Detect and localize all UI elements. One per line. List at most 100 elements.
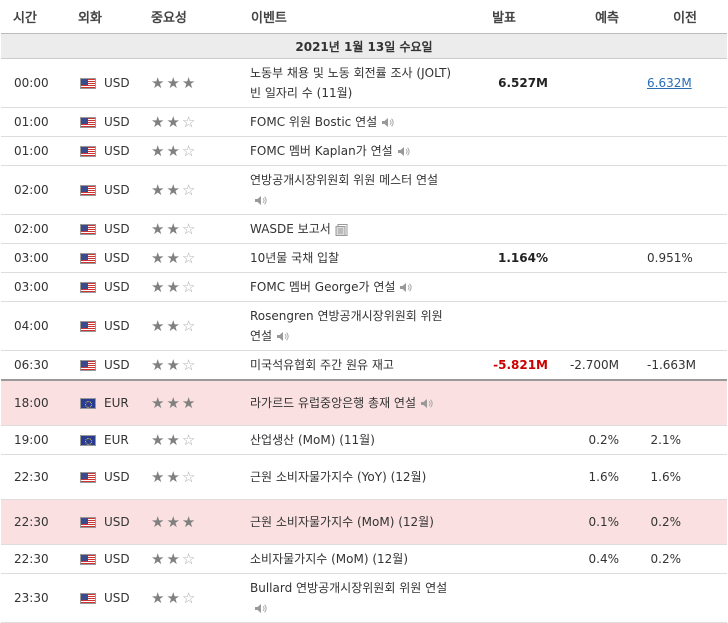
event-cell[interactable]: Rosengren 연방공개시장위원회 위원 연설 — [250, 301, 452, 351]
event-name[interactable]: Bullard 연방공개시장위원회 위원 연설 — [250, 581, 447, 595]
row-currency: USD — [78, 454, 151, 500]
previous-value-link[interactable]: 6.632M — [647, 76, 692, 90]
star-icon: ☆ — [181, 467, 198, 486]
forecast-value: -2.700M — [568, 350, 647, 381]
forecast-value — [568, 380, 647, 426]
header-previous[interactable]: 이전 — [647, 0, 727, 34]
event-name[interactable]: 라가르드 유럽중앙은행 총재 연설 — [250, 396, 416, 410]
table-row[interactable]: 22:30 USD ★★★ 근원 소비자물가지수 (MoM) (12월) 0.1% 0.2… — [1, 499, 727, 545]
star-icon: ★ — [181, 393, 198, 412]
star-icon: ★ — [166, 74, 182, 92]
table-row[interactable]: 01:00 USD ★★☆ FOMC 위원 Bostic 연설 — [1, 107, 727, 137]
header-time[interactable]: 시간 — [1, 0, 78, 34]
star-icon: ★ — [151, 181, 167, 199]
star-icon: ☆ — [181, 317, 198, 335]
table-row[interactable]: 03:00 USD ★★☆ FOMC 멤버 George가 연설 — [1, 272, 727, 302]
event-name[interactable]: WASDE 보고서 — [250, 222, 331, 236]
event-name[interactable]: 연방공개시장위원회 위원 메스터 연설 — [250, 173, 438, 187]
event-cell[interactable]: 미국석유협회 주간 원유 재고 — [250, 350, 452, 381]
us-flag-icon — [80, 471, 96, 483]
header-forecast[interactable]: 예측 — [568, 0, 647, 34]
row-currency: USD — [78, 499, 151, 545]
actual-value — [452, 214, 568, 244]
currency-code: USD — [104, 222, 130, 236]
table-row[interactable]: 02:00 USD ★★☆ 연방공개시장위원회 위원 메스터 연설 — [1, 165, 727, 215]
star-icon: ★ — [166, 113, 182, 131]
previous-value — [647, 380, 727, 426]
event-cell[interactable]: 근원 소비자물가지수 (MoM) (12월) — [250, 499, 452, 545]
event-cell[interactable]: FOMC 멤버 Kaplan가 연설 — [250, 136, 452, 166]
table-row[interactable]: 00:00 USD ★★★ 노동부 채용 및 노동 회전률 조사 (JOLT) 빈 일… — [1, 58, 727, 108]
event-name[interactable]: 노동부 채용 및 노동 회전률 조사 (JOLT) 빈 일자리 수 (11월) — [250, 66, 451, 100]
forecast-value — [568, 272, 647, 302]
date-row: 2021년 1월 13일 수요일 — [1, 33, 727, 59]
star-icon: ★ — [151, 512, 167, 531]
event-name[interactable]: 근원 소비자물가지수 (MoM) (12월) — [250, 515, 434, 529]
table-row[interactable]: 18:00 EUR ★★★ 라가르드 유럽중앙은행 총재 연설 — [1, 380, 727, 426]
event-name[interactable]: 소비자물가지수 (MoM) (12월) — [250, 552, 408, 566]
row-time: 22:30 — [1, 499, 78, 545]
event-cell[interactable]: 10년물 국채 입찰 — [250, 243, 452, 273]
currency-code: EUR — [104, 395, 129, 410]
forecast-value — [568, 107, 647, 137]
currency-code: USD — [104, 76, 130, 90]
speaker-icon — [381, 117, 395, 128]
currency-code: USD — [104, 251, 130, 265]
event-name[interactable]: FOMC 멤버 George가 연설 — [250, 280, 395, 294]
event-cell[interactable]: 소비자물가지수 (MoM) (12월) — [250, 544, 452, 574]
row-currency: EUR — [78, 380, 151, 426]
event-name[interactable]: 10년물 국채 입찰 — [250, 251, 339, 265]
star-icon: ★ — [166, 430, 182, 449]
event-cell[interactable]: FOMC 위원 Bostic 연설 — [250, 107, 452, 137]
us-flag-icon — [80, 117, 96, 128]
star-icon: ☆ — [181, 356, 198, 374]
event-cell[interactable]: FOMC 멤버 George가 연설 — [250, 272, 452, 302]
event-name[interactable]: 미국석유협회 주간 원유 재고 — [250, 358, 394, 372]
event-cell[interactable]: 노동부 채용 및 노동 회전률 조사 (JOLT) 빈 일자리 수 (11월) — [250, 58, 452, 108]
actual-value: 6.527M — [452, 58, 568, 108]
forecast-value — [568, 243, 647, 273]
event-cell[interactable]: WASDE 보고서 — [250, 214, 452, 244]
header-actual[interactable]: 발표 — [452, 0, 568, 34]
row-currency: USD — [78, 243, 151, 273]
table-row[interactable]: 02:00 USD ★★☆ WASDE 보고서 — [1, 214, 727, 244]
event-name[interactable]: 산업생산 (MoM) (11월) — [250, 433, 375, 447]
row-currency: USD — [78, 107, 151, 137]
event-cell[interactable]: 연방공개시장위원회 위원 메스터 연설 — [250, 165, 452, 215]
header-currency[interactable]: 외화 — [78, 0, 151, 34]
table-row[interactable]: 22:30 USD ★★☆ 소비자물가지수 (MoM) (12월) 0.4% 0.2% — [1, 544, 727, 574]
row-time: 01:00 — [1, 136, 78, 166]
star-icon: ★ — [166, 356, 182, 374]
star-icon: ☆ — [181, 588, 198, 607]
table-row[interactable]: 23:30 USD ★★☆ Bullard 연방공개시장위원회 위원 연설 — [1, 573, 727, 623]
table-row[interactable]: 22:30 USD ★★☆ 근원 소비자물가지수 (YoY) (12월) 1.6% 1.6… — [1, 454, 727, 500]
us-flag-icon — [80, 592, 96, 604]
us-flag-icon — [80, 516, 96, 528]
event-cell[interactable]: 근원 소비자물가지수 (YoY) (12월) — [250, 454, 452, 500]
event-cell[interactable]: 라가르드 유럽중앙은행 총재 연설 — [250, 380, 452, 426]
event-name[interactable]: 근원 소비자물가지수 (YoY) (12월) — [250, 470, 426, 484]
row-currency: USD — [78, 58, 151, 108]
row-time: 22:30 — [1, 544, 78, 574]
event-name[interactable]: FOMC 멤버 Kaplan가 연설 — [250, 144, 393, 158]
actual-value — [452, 380, 568, 426]
event-name[interactable]: FOMC 위원 Bostic 연설 — [250, 115, 377, 129]
table-row[interactable]: 04:00 USD ★★☆ Rosengren 연방공개시장위원회 위원 연설 — [1, 301, 727, 351]
event-cell[interactable]: 산업생산 (MoM) (11월) — [250, 425, 452, 455]
table-row[interactable]: 03:00 USD ★★☆ 10년물 국채 입찰 1.164% 0.951% — [1, 243, 727, 273]
currency-code: USD — [104, 590, 130, 605]
previous-value — [647, 272, 727, 302]
header-importance[interactable]: 중요성 — [151, 0, 250, 34]
table-row[interactable]: 01:00 USD ★★☆ FOMC 멤버 Kaplan가 연설 — [1, 136, 727, 166]
previous-value — [647, 573, 727, 623]
star-icon: ☆ — [181, 430, 198, 449]
header-event[interactable]: 이벤트 — [250, 0, 452, 34]
importance-stars: ★★☆ — [151, 454, 250, 500]
star-icon: ★ — [151, 220, 167, 238]
row-currency: USD — [78, 214, 151, 244]
previous-value: 0.2% — [647, 544, 727, 574]
event-cell[interactable]: Bullard 연방공개시장위원회 위원 연설 — [250, 573, 452, 623]
forecast-value: 0.1% — [568, 499, 647, 545]
table-row[interactable]: 19:00 EUR ★★☆ 산업생산 (MoM) (11월) 0.2% 2.1% — [1, 425, 727, 455]
table-row[interactable]: 06:30 USD ★★☆ 미국석유협회 주간 원유 재고 -5.821M -2.700M… — [1, 350, 727, 381]
